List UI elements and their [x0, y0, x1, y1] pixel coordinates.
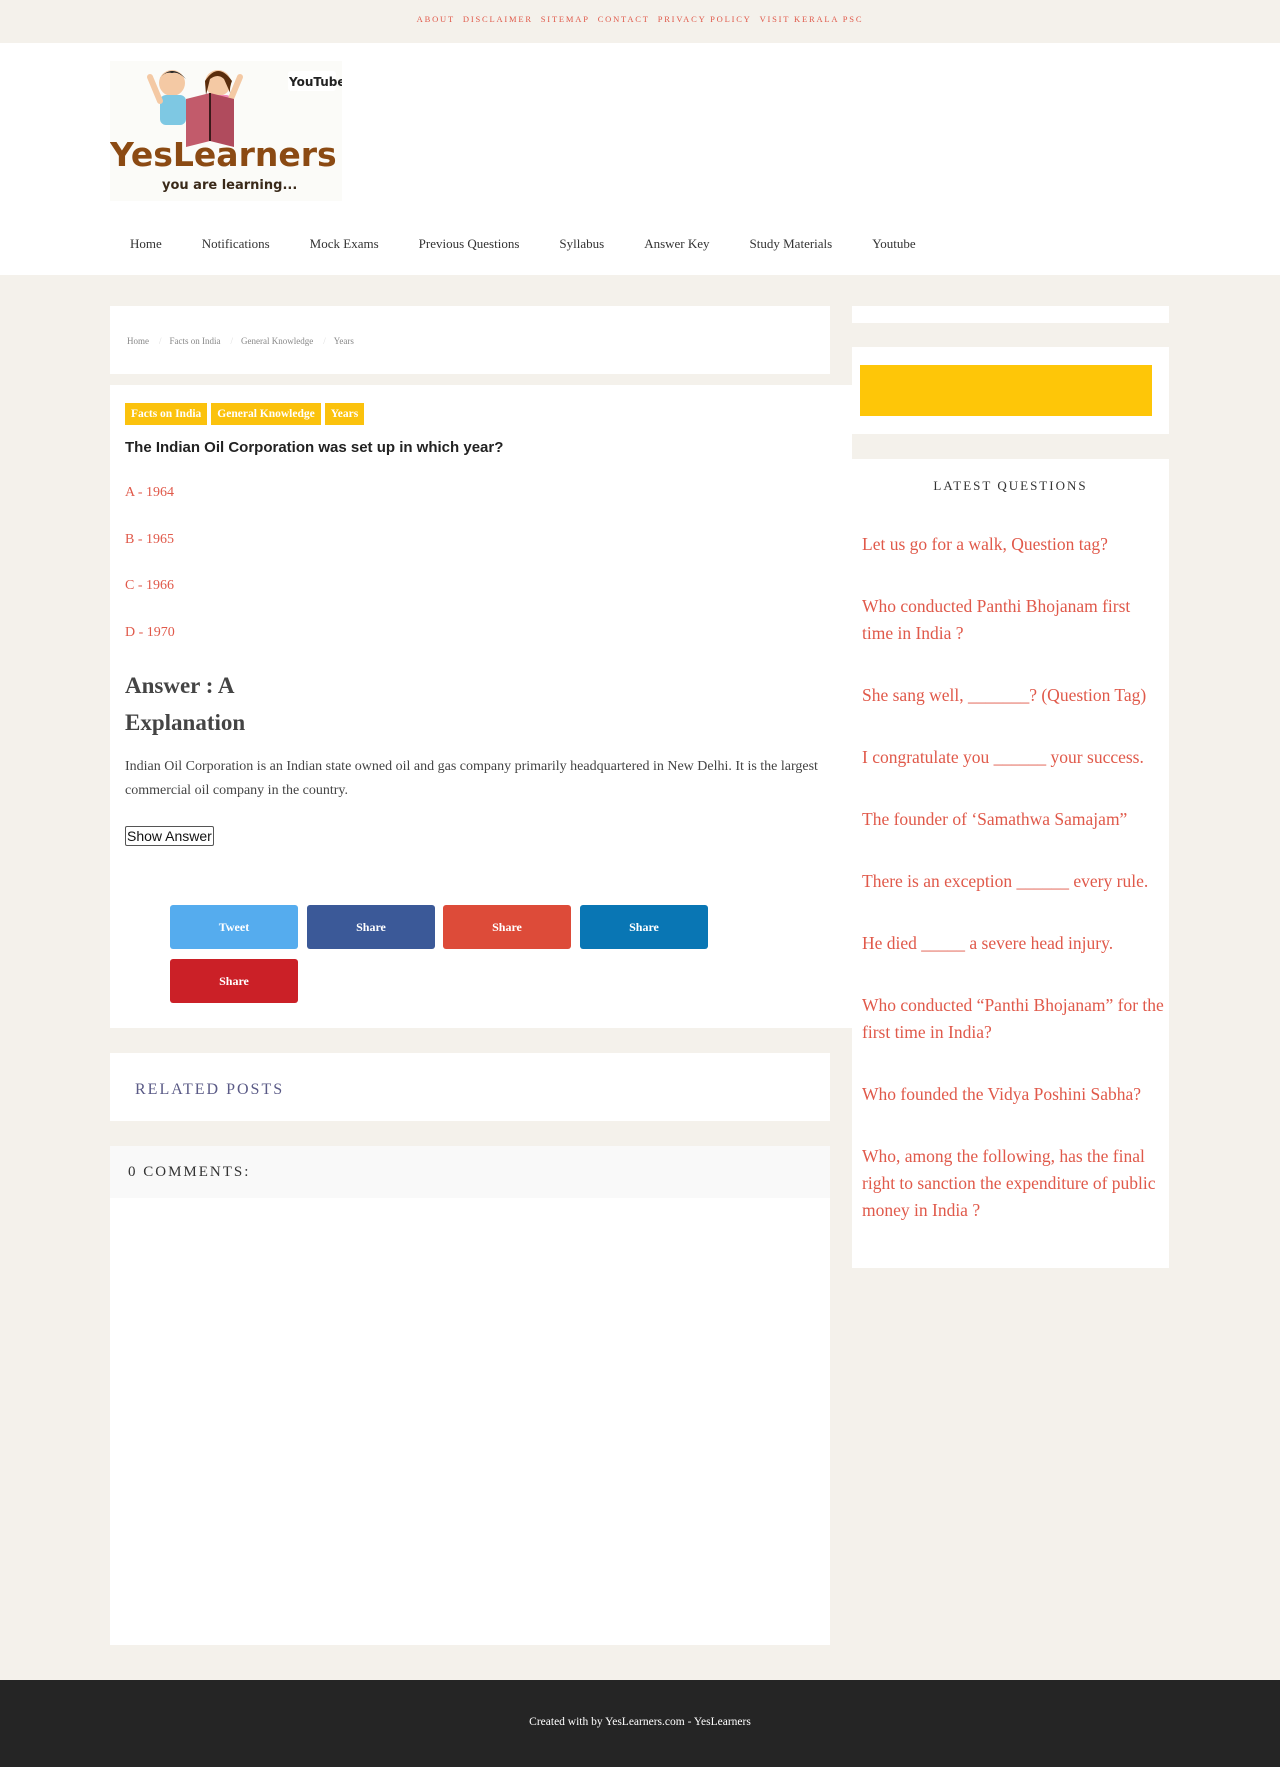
logo-image: YesLearners you are learning... YouTube [109, 61, 346, 201]
show-answer-button[interactable]: Show Answer [125, 826, 214, 846]
latest-question-item[interactable]: There is an exception ______ every rule. [862, 868, 1164, 895]
label-facts-on-india[interactable]: Facts on India [125, 403, 208, 425]
option-c[interactable]: C - 1966 [125, 578, 174, 594]
main-nav: Home Notifications Mock Exams Previous Q… [110, 236, 936, 252]
top-bar: About Disclaimer Sitemap Contact Privacy… [0, 0, 1280, 43]
top-link-about[interactable]: About [417, 14, 455, 24]
latest-question-item[interactable]: He died _____ a severe head injury. [862, 930, 1164, 957]
option-d[interactable]: D - 1970 [125, 625, 175, 641]
latest-question-item[interactable]: She sang well, _______? (Question Tag) [862, 682, 1164, 709]
related-posts-title: Related Posts [135, 1081, 285, 1098]
top-links: About Disclaimer Sitemap Contact Privacy… [415, 14, 866, 24]
share-pinterest-button[interactable]: Share [170, 959, 298, 1003]
breadcrumb-home[interactable]: Home [127, 336, 149, 346]
post-labels: Facts on India General Knowledge Years [125, 403, 365, 425]
label-general-knowledge[interactable]: General Knowledge [211, 403, 321, 425]
site-header: YesLearners you are learning... YouTube … [0, 43, 1280, 275]
share-linkedin-label: Share [629, 919, 659, 934]
footer-credit: Created with by YesLearners.com - YesLea… [529, 1716, 751, 1728]
share-google-plus-label: Share [492, 919, 522, 934]
related-posts: Related Posts [110, 1053, 830, 1121]
top-link-privacy-policy[interactable]: Privacy Policy [658, 14, 752, 24]
latest-question-item[interactable]: Who, among the following, has the final … [862, 1143, 1164, 1224]
sidebar-widget-empty [852, 306, 1169, 323]
latest-question-item[interactable]: The founder of ‘Samathwa Samajam” [862, 806, 1164, 833]
share-twitter-button[interactable]: Tweet [170, 905, 298, 949]
latest-question-item[interactable]: Who conducted “Panthi Bhojanam” for the … [862, 992, 1164, 1046]
breadcrumb-facts-on-india[interactable]: Facts on India [159, 336, 221, 346]
logo-tagline: you are learning... [162, 178, 297, 193]
share-google-plus-button[interactable]: Share [443, 905, 571, 949]
top-link-visit-kerala-psc[interactable]: Visit Kerala PSC [760, 14, 864, 24]
comments-section: 0 comments: [110, 1146, 830, 1645]
post-body: Facts on India General Knowledge Years T… [110, 385, 852, 1028]
nav-youtube[interactable]: Youtube [852, 236, 935, 252]
breadcrumb: Home Facts on India General Knowledge Ye… [110, 306, 830, 374]
nav-syllabus[interactable]: Syllabus [539, 236, 624, 252]
share-linkedin-button[interactable]: Share [580, 905, 708, 949]
nav-previous-questions[interactable]: Previous Questions [399, 236, 540, 252]
label-years[interactable]: Years [324, 403, 365, 425]
question-title: The Indian Oil Corporation was set up in… [125, 439, 504, 456]
sidebar-ad-banner[interactable] [860, 365, 1152, 416]
option-b[interactable]: B - 1965 [125, 532, 174, 548]
comments-title: 0 comments: [128, 1164, 251, 1180]
logo-brand-text: YesLearners [110, 135, 337, 174]
share-pinterest-label: Share [219, 973, 249, 988]
explanation-text: Indian Oil Corporation is an Indian stat… [125, 759, 818, 798]
nav-answer-key[interactable]: Answer Key [624, 236, 729, 252]
breadcrumb-years[interactable]: Years [323, 336, 354, 346]
share-twitter-label: Tweet [218, 919, 250, 934]
latest-questions-title: Latest Questions [933, 478, 1088, 493]
latest-question-item[interactable]: Let us go for a walk, Question tag? [862, 531, 1164, 558]
latest-questions-list: Let us go for a walk, Question tag? Who … [862, 531, 1164, 1259]
site-footer: Created with by YesLearners.com - YesLea… [0, 1680, 1280, 1767]
option-a[interactable]: A - 1964 [125, 485, 174, 501]
comments-header: 0 comments: [110, 1146, 830, 1198]
latest-question-item[interactable]: I congratulate you ______ your success. [862, 744, 1164, 771]
top-link-disclaimer[interactable]: Disclaimer [463, 14, 533, 24]
share-facebook-label: Share [356, 919, 386, 934]
nav-notifications[interactable]: Notifications [182, 236, 290, 252]
nav-home[interactable]: Home [110, 236, 182, 252]
answer-block: Answer : A Explanation [125, 667, 245, 741]
top-link-sitemap[interactable]: Sitemap [541, 14, 590, 24]
latest-question-item[interactable]: Who founded the Vidya Poshini Sabha? [862, 1081, 1164, 1108]
sidebar-ad-widget [852, 347, 1169, 434]
nav-mock-exams[interactable]: Mock Exams [290, 236, 399, 252]
breadcrumb-general-knowledge[interactable]: General Knowledge [231, 336, 313, 346]
latest-question-item[interactable]: Who conducted Panthi Bhojanam first time… [862, 593, 1164, 647]
explanation-heading: Explanation [125, 710, 246, 735]
answer-text: Answer : A [125, 673, 235, 698]
share-facebook-button[interactable]: Share [307, 905, 435, 949]
latest-questions-widget: Latest Questions Let us go for a walk, Q… [852, 459, 1169, 1268]
site-logo[interactable]: YesLearners you are learning... YouTube [109, 61, 346, 201]
top-link-contact[interactable]: Contact [598, 14, 650, 24]
nav-study-materials[interactable]: Study Materials [730, 236, 853, 252]
youtube-logo-text: YouTube [288, 75, 342, 89]
